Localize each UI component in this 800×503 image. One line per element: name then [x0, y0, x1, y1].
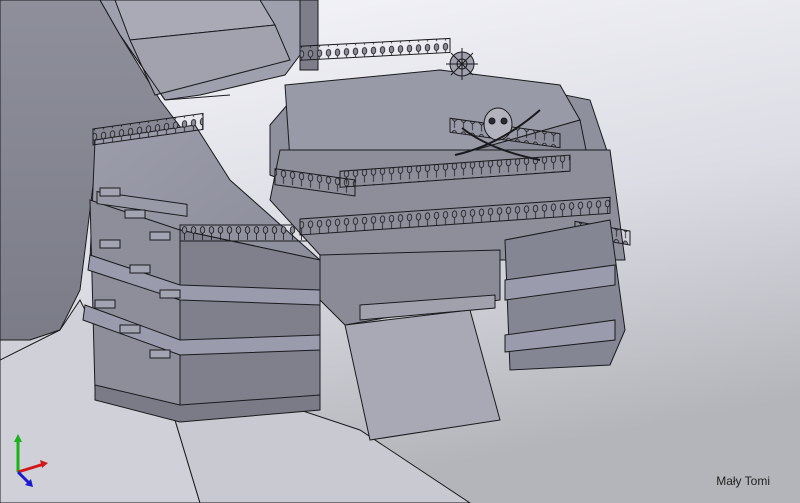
y-axis-arrowhead: [14, 434, 22, 442]
x-axis-arrowhead: [40, 460, 48, 468]
cad-viewport[interactable]: Mały Tomi: [0, 0, 800, 503]
author-signature: Mały Tomi: [716, 474, 770, 488]
x-axis-icon: [17, 462, 45, 474]
model-scene[interactable]: [0, 0, 800, 503]
axis-triad: [14, 434, 48, 487]
